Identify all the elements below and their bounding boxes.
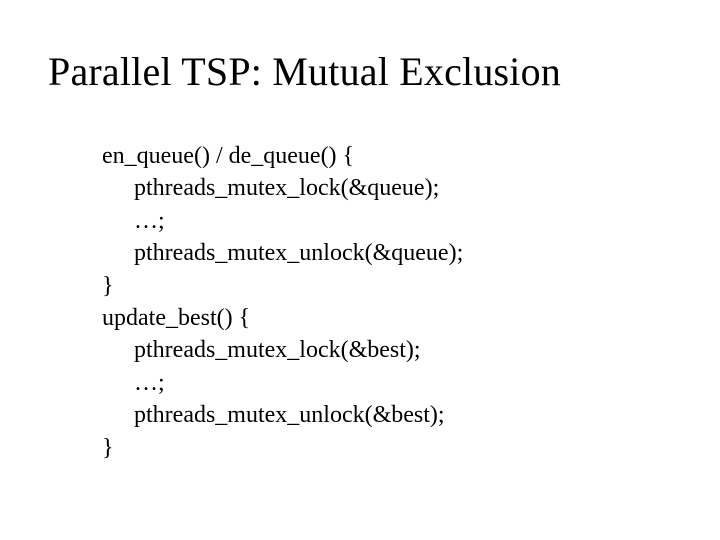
code-block: en_queue() / de_queue() { pthreads_mutex…: [102, 140, 463, 464]
code-line: }: [102, 432, 463, 464]
code-line: }: [102, 270, 463, 302]
code-line: pthreads_mutex_lock(&queue);: [102, 172, 463, 204]
code-line: …;: [102, 205, 463, 237]
code-line: pthreads_mutex_unlock(&best);: [102, 399, 463, 431]
slide-title: Parallel TSP: Mutual Exclusion: [48, 48, 672, 95]
code-line: pthreads_mutex_lock(&best);: [102, 334, 463, 366]
code-line: en_queue() / de_queue() {: [102, 140, 463, 172]
code-line: update_best() {: [102, 302, 463, 334]
slide: Parallel TSP: Mutual Exclusion en_queue(…: [0, 0, 720, 540]
code-line: …;: [102, 367, 463, 399]
code-line: pthreads_mutex_unlock(&queue);: [102, 237, 463, 269]
